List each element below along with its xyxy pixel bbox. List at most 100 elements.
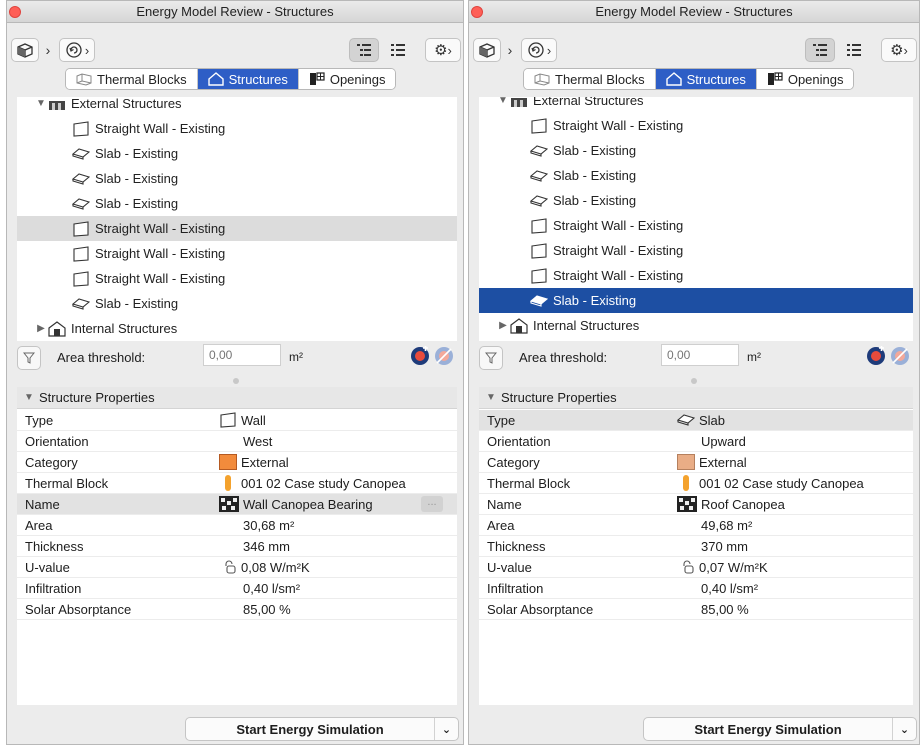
model-view-button[interactable] <box>11 38 39 62</box>
close-window-button[interactable] <box>9 6 21 18</box>
color-override-icon[interactable] <box>409 345 431 367</box>
chevron-right-icon[interactable]: › <box>503 38 517 62</box>
settings-button[interactable]: ⚙ › <box>425 38 461 62</box>
disclosure-right-icon[interactable]: ▶ <box>35 323 47 334</box>
model-view-button[interactable] <box>473 38 501 62</box>
wall-icon <box>71 120 91 137</box>
tree-item-selected[interactable]: Straight Wall - Existing <box>17 216 457 241</box>
tree-group-external[interactable]: ▼ External Structures <box>479 97 913 113</box>
tree-item[interactable]: Straight Wall - Existing <box>17 116 457 141</box>
name-more-button[interactable]: ... <box>421 496 443 512</box>
filter-button[interactable] <box>479 346 503 370</box>
chevron-down-icon[interactable]: ⌄ <box>434 718 458 740</box>
slab-icon <box>529 143 549 159</box>
material-pattern-icon <box>219 496 239 512</box>
tree-item[interactable]: Slab - Existing <box>479 163 913 188</box>
toolbar: › › ⚙ › <box>7 24 463 66</box>
tree-item[interactable]: Slab - Existing <box>17 191 457 216</box>
disclosure-right-icon[interactable]: ▶ <box>497 320 509 331</box>
prop-row-name[interactable]: Name Roof Canopea <box>479 494 913 515</box>
refresh-button[interactable]: › <box>59 38 95 62</box>
disclosure-down-icon[interactable]: ▼ <box>485 392 497 403</box>
tree-item[interactable]: Straight Wall - Existing <box>479 213 913 238</box>
tab-structures[interactable]: Structures <box>197 69 299 89</box>
prop-row-category: Category External <box>17 452 457 473</box>
wall-icon <box>71 245 91 262</box>
disclosure-down-icon[interactable]: ▼ <box>497 97 509 106</box>
settings-button[interactable]: ⚙ › <box>881 38 917 62</box>
structures-house-icon <box>665 72 682 86</box>
properties-header[interactable]: ▼ Structure Properties <box>479 387 913 409</box>
thermal-blocks-icon <box>76 73 92 86</box>
properties-header[interactable]: ▼ Structure Properties <box>17 387 457 409</box>
title-bar: Energy Model Review - Structures <box>7 1 463 23</box>
list-view-button[interactable] <box>383 38 413 62</box>
start-energy-simulation-button[interactable]: Start Energy Simulation ⌄ <box>185 717 459 741</box>
unlock-icon[interactable] <box>223 560 237 574</box>
tree-item[interactable]: Slab - Existing <box>479 188 913 213</box>
tree-item[interactable]: Slab - Existing <box>17 291 457 316</box>
refresh-button[interactable]: › <box>521 38 557 62</box>
model-cube-icon <box>479 43 495 58</box>
splitter-handle[interactable] <box>233 378 239 384</box>
close-window-button[interactable] <box>471 6 483 18</box>
unlock-icon[interactable] <box>681 560 695 574</box>
color-override-icon[interactable] <box>865 345 887 367</box>
tree-item[interactable]: Straight Wall - Existing <box>17 266 457 291</box>
wall-icon <box>529 117 549 134</box>
tab-openings[interactable]: Openings <box>756 69 854 89</box>
list-icon <box>847 44 861 56</box>
tree-item[interactable]: Slab - Existing <box>479 138 913 163</box>
slab-icon <box>529 193 549 209</box>
tree-view-button[interactable] <box>805 38 835 62</box>
structure-tree: ▼ External Structures Straight Wall - Ex… <box>479 97 913 341</box>
refresh-icon <box>528 42 544 58</box>
slab-icon <box>529 293 549 309</box>
chevron-right-icon: › <box>903 42 908 58</box>
tree-item[interactable]: Straight Wall - Existing <box>17 241 457 266</box>
tree-group-internal[interactable]: ▶ Internal Structures <box>479 313 913 338</box>
prop-row-type: Type Wall <box>17 410 457 431</box>
prop-row-area: Area 49,68 m² <box>479 515 913 536</box>
prop-row-thickness: Thickness 346 mm <box>17 536 457 557</box>
tree-group-internal[interactable]: ▶ Internal Structures <box>17 316 457 341</box>
tree-item[interactable]: Straight Wall - Existing <box>479 238 913 263</box>
chevron-right-icon[interactable]: › <box>41 38 55 62</box>
tab-thermal-blocks[interactable]: Thermal Blocks <box>524 69 656 89</box>
wall-icon <box>71 220 91 237</box>
prop-row-u-value: U-value 0,08 W/m²K <box>17 557 457 578</box>
tree-group-external[interactable]: ▼ External Structures <box>17 97 457 116</box>
filter-button[interactable] <box>17 346 41 370</box>
tree-item[interactable]: Slab - Existing <box>17 166 457 191</box>
wall-icon <box>529 267 549 284</box>
start-energy-simulation-button[interactable]: Start Energy Simulation ⌄ <box>643 717 917 741</box>
tab-openings[interactable]: Openings <box>298 69 396 89</box>
internal-structures-icon <box>509 317 529 334</box>
list-view-button[interactable] <box>839 38 869 62</box>
openings-icon <box>767 72 783 85</box>
prop-row-u-value: U-value 0,07 W/m²K <box>479 557 913 578</box>
disclosure-down-icon[interactable]: ▼ <box>35 98 47 109</box>
openings-icon <box>309 72 325 85</box>
area-threshold-label: Area threshold: <box>519 350 608 365</box>
prop-row-name[interactable]: Name Wall Canopea Bearing ... <box>17 494 457 515</box>
thermal-block-color-icon <box>683 475 689 491</box>
tree-item-selected[interactable]: Slab - Existing <box>479 288 913 313</box>
prop-row-infiltration: Infiltration 0,40 l/sm² <box>17 578 457 599</box>
tree-item[interactable]: Straight Wall - Existing <box>479 113 913 138</box>
structures-house-icon <box>207 72 224 86</box>
area-threshold-input[interactable] <box>203 344 281 366</box>
area-threshold-input[interactable] <box>661 344 739 366</box>
area-unit-label: m² <box>289 350 303 364</box>
splitter-handle[interactable] <box>691 378 697 384</box>
tree-item[interactable]: Straight Wall - Existing <box>479 263 913 288</box>
list-icon <box>391 44 405 56</box>
tree-view-button[interactable] <box>349 38 379 62</box>
tree-item[interactable]: Slab - Existing <box>17 141 457 166</box>
disclosure-down-icon[interactable]: ▼ <box>23 392 35 403</box>
tab-structures[interactable]: Structures <box>655 69 757 89</box>
color-reset-icon[interactable] <box>433 345 455 367</box>
chevron-down-icon[interactable]: ⌄ <box>892 718 916 740</box>
color-reset-icon[interactable] <box>889 345 911 367</box>
tab-thermal-blocks[interactable]: Thermal Blocks <box>66 69 198 89</box>
